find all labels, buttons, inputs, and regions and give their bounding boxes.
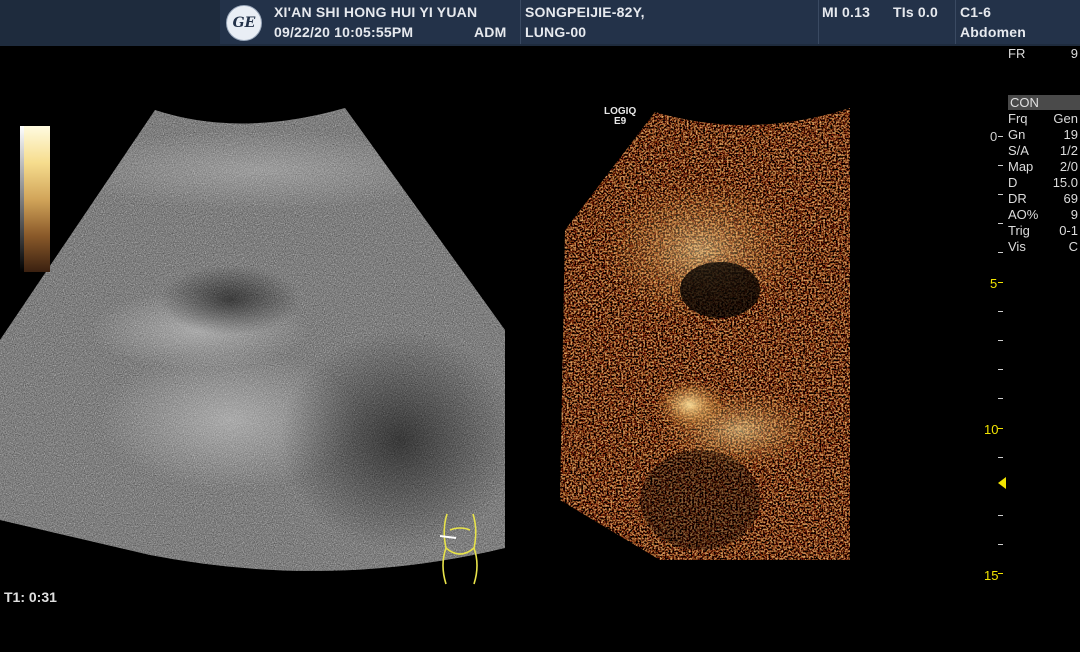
param-value: 2/0 — [1059, 159, 1078, 174]
depth-tick — [998, 223, 1003, 224]
mode-label: CON — [1010, 95, 1039, 110]
color-map-bar — [20, 126, 50, 272]
timer-readout: T1: 0:31 — [4, 589, 57, 605]
param-key: AO% — [1008, 207, 1039, 222]
contrast-image — [560, 108, 850, 560]
param-value: 69 — [1063, 191, 1078, 206]
param-value: Gen — [1053, 111, 1078, 126]
ultrasound-images — [0, 108, 850, 585]
bmode-image — [0, 108, 505, 571]
depth-tick — [998, 165, 1003, 166]
frame-rate-value: 9 — [1070, 46, 1078, 61]
param-value: C — [1068, 239, 1078, 254]
depth-label-10: 10 — [984, 422, 999, 437]
param-row: DR 69 — [1008, 191, 1078, 207]
system-label-line2: E9 — [614, 116, 627, 127]
param-key: Vis — [1008, 239, 1026, 254]
param-value: 1/2 — [1059, 143, 1078, 158]
depth-tick — [998, 340, 1003, 341]
param-key: Map — [1008, 159, 1034, 174]
mode-header: CON — [1008, 95, 1080, 110]
param-row: Gn 19 — [1008, 127, 1078, 143]
system-label: LOGIQ E9 — [604, 107, 636, 127]
param-row: S/A 1/2 — [1008, 143, 1078, 159]
depth-tick — [998, 252, 1003, 253]
depth-tick — [998, 457, 1003, 458]
depth-label-0: 0 — [990, 129, 998, 144]
depth-tick — [998, 282, 1003, 283]
depth-tick — [998, 573, 1003, 574]
param-key: S/A — [1008, 143, 1029, 158]
param-key: D — [1008, 175, 1018, 190]
depth-tick — [998, 398, 1003, 399]
param-row: Vis C — [1008, 239, 1078, 255]
param-value: 19 — [1063, 127, 1078, 142]
param-row: Frq Gen — [1008, 111, 1078, 127]
param-value: 15.0 — [1052, 175, 1078, 190]
param-key: Gn — [1008, 127, 1026, 142]
focus-marker-icon[interactable] — [998, 477, 1006, 489]
param-key: Trig — [1008, 223, 1030, 238]
param-row: D 15.0 — [1008, 175, 1078, 191]
param-key: DR — [1008, 191, 1027, 206]
param-value: 9 — [1070, 207, 1078, 222]
depth-tick — [998, 311, 1003, 312]
depth-label-5: 5 — [990, 276, 998, 291]
depth-tick — [998, 544, 1003, 545]
frame-rate-row: FR 9 — [1008, 46, 1078, 62]
depth-tick — [998, 369, 1003, 370]
depth-tick — [998, 428, 1003, 429]
gray-map-bar — [20, 126, 24, 272]
param-key: Frq — [1008, 111, 1028, 126]
depth-tick — [998, 136, 1003, 137]
param-value: 0-1 — [1059, 223, 1078, 238]
depth-label-15: 15 — [984, 568, 999, 583]
frame-rate-label: FR — [1008, 46, 1026, 61]
param-row: Trig 0-1 — [1008, 223, 1078, 239]
param-row: Map 2/0 — [1008, 159, 1078, 175]
depth-tick — [998, 515, 1003, 516]
param-row: AO% 9 — [1008, 207, 1078, 223]
depth-tick — [998, 194, 1003, 195]
